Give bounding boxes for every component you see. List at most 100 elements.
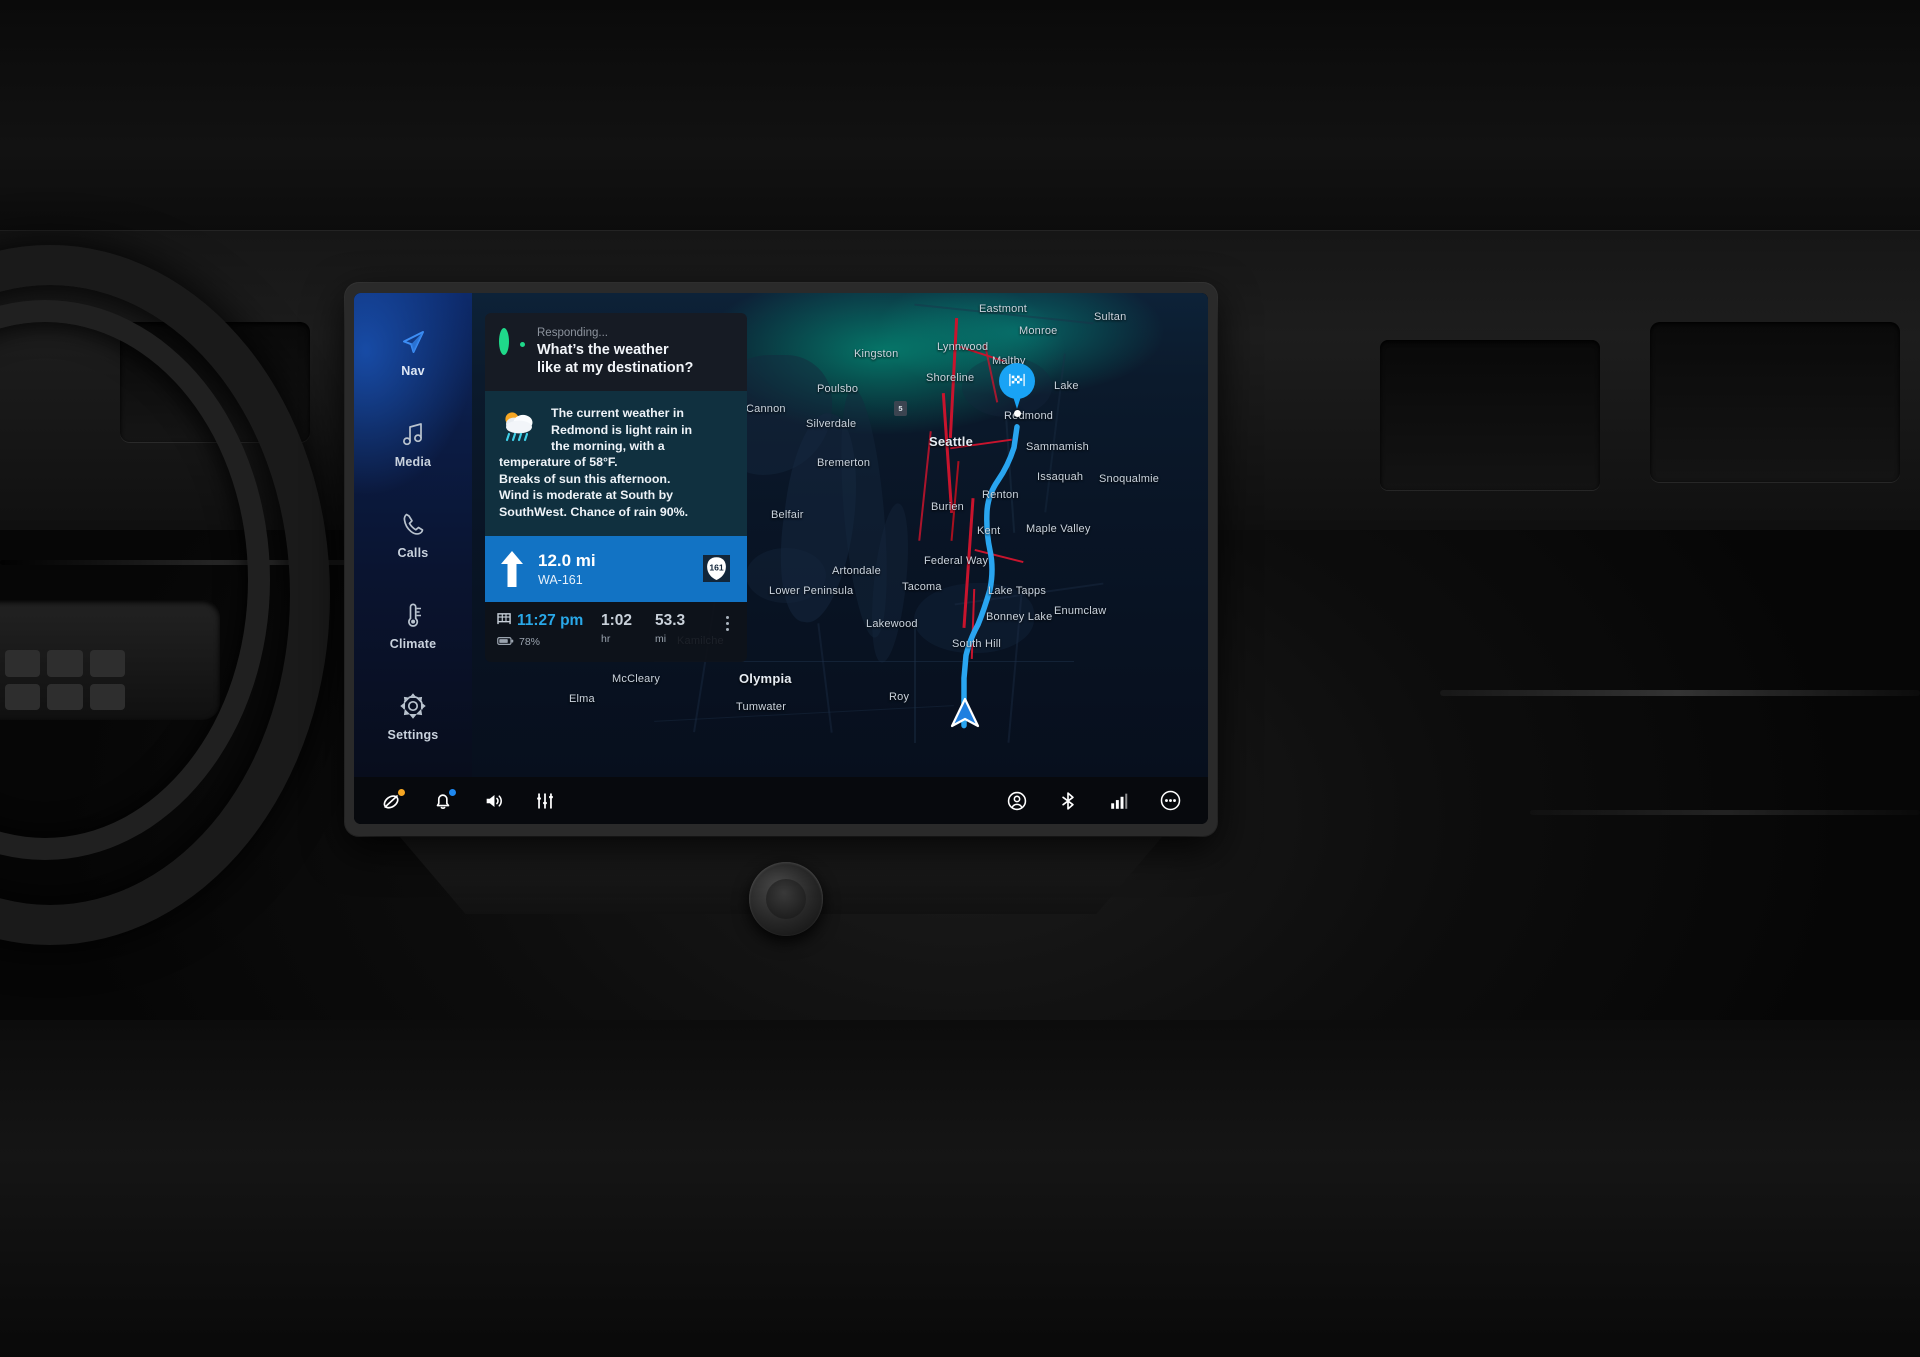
- map-place-label: Renton: [982, 489, 1019, 501]
- sidebar-item-media[interactable]: Media: [354, 418, 472, 469]
- map-place-label: Tacoma: [902, 581, 942, 593]
- map-place-label: Poulsbo: [817, 383, 859, 395]
- dnd-badge: [397, 787, 406, 797]
- eta-battery-level: 78%: [519, 635, 541, 648]
- sidebar-item-calls[interactable]: Calls: [354, 509, 472, 560]
- phone-icon: [398, 509, 428, 539]
- weather-line-5: Breaks of sun this afternoon.: [499, 471, 671, 486]
- turn-instruction-card[interactable]: 12.0 mi WA-161 161: [485, 535, 747, 602]
- main-navigation-sidebar: Nav Media Calls Climate Settings: [354, 293, 472, 777]
- notification-badge: [448, 787, 457, 797]
- kebab-menu-icon[interactable]: [719, 612, 735, 631]
- map-place-label: Maple Valley: [1026, 523, 1091, 535]
- sun-behind-rain-cloud-icon: [499, 407, 541, 447]
- eta-distance-unit: mi: [655, 632, 667, 645]
- weather-line-7: SouthWest. Chance of rain 90%.: [499, 504, 689, 519]
- washington-state-route-shield: 161: [700, 553, 733, 584]
- navigation-map[interactable]: 5 Eastmont Sultan Monroe Kingston Lynnwood Ma…: [354, 293, 1208, 777]
- control-knob[interactable]: [749, 862, 823, 936]
- weather-line-2: Redmond is light rain in: [551, 422, 693, 437]
- eta-arrival-column: 11:27 pm 78%: [497, 612, 601, 651]
- assistant-text: Responding... What’s the weather like at…: [537, 327, 693, 377]
- map-place-label: Lynnwood: [937, 341, 989, 353]
- map-place-label: Redmond: [1004, 410, 1054, 422]
- shield-number: 161: [709, 563, 724, 573]
- turn-road-name: WA-161: [538, 572, 583, 587]
- destination-flag-icon: [497, 612, 512, 630]
- map-place-label: Issaquah: [1037, 471, 1084, 483]
- eta-arrival-time: 11:27 pm: [517, 612, 584, 630]
- navigation-arrow-icon: [398, 327, 428, 357]
- map-place-label: Lakewood: [866, 618, 918, 630]
- eta-distance-value: 53.3: [655, 611, 686, 629]
- map-place-label: Roy: [889, 691, 910, 703]
- status-bar-right-group: [1005, 789, 1182, 813]
- map-place-label: Olympia: [739, 671, 792, 686]
- sidebar-item-label: Calls: [397, 546, 429, 560]
- map-place-label: Seattle: [929, 434, 974, 449]
- eta-summary-bar[interactable]: 11:27 pm 78% 1:02 hr 53.3 mi: [485, 601, 747, 662]
- map-place-label: Snoqualmie: [1099, 473, 1160, 485]
- turn-distance: 12.0 mi: [538, 551, 596, 571]
- dashboard-trim-right-lower: [1530, 810, 1920, 815]
- signal-bars-icon[interactable]: [1107, 789, 1131, 813]
- sidebar-item-climate[interactable]: Climate: [354, 600, 472, 651]
- assistant-query-line-2: like at my destination?: [537, 360, 694, 377]
- air-vent-right-inner: [1380, 340, 1600, 490]
- sidebar-item-settings[interactable]: Settings: [354, 691, 472, 742]
- map-place-label: Enumclaw: [1054, 605, 1107, 617]
- speaker-volume-icon[interactable]: [482, 789, 506, 813]
- map-place-label: Artondale: [832, 565, 881, 577]
- map-place-label: McCleary: [612, 673, 661, 685]
- eta-arrival-row: 11:27 pm: [497, 612, 601, 630]
- dashboard-upper: [0, 0, 1920, 250]
- eta-battery-row: 78%: [497, 633, 601, 651]
- equalizer-sliders-icon[interactable]: [533, 789, 557, 813]
- more-options-icon[interactable]: [1158, 789, 1182, 813]
- eta-distance-column: 53.3 mi: [655, 612, 713, 645]
- map-place-label: Monroe: [1019, 325, 1058, 337]
- map-place-label: Lake Tapps: [988, 585, 1047, 597]
- eta-duration-value: 1:02: [601, 611, 633, 629]
- display-bezel: 5 Eastmont Sultan Monroe Kingston Lynnwood Ma…: [354, 293, 1208, 824]
- vehicle-heading-arrow: [950, 697, 980, 729]
- sidebar-item-label: Climate: [389, 637, 437, 651]
- map-place-label: Bonney Lake: [986, 611, 1053, 623]
- assistant-card-stack: Responding... What’s the weather like at…: [485, 313, 747, 662]
- weather-response-card: The current weather in Redmond is light …: [485, 391, 747, 536]
- sidebar-item-nav[interactable]: Nav: [354, 327, 472, 378]
- checkered-flag-icon: [1008, 373, 1026, 387]
- bluetooth-icon[interactable]: [1056, 789, 1080, 813]
- map-place-label: Bremerton: [817, 457, 871, 469]
- assistant-status: Responding...: [537, 327, 608, 339]
- assistant-ring-icon: [499, 328, 525, 355]
- status-bar-left-group: [380, 787, 557, 813]
- map-place-label: Shoreline: [926, 372, 975, 384]
- weather-top-row: The current weather in Redmond is light …: [499, 405, 733, 454]
- map-place-label: South Hill: [952, 638, 1002, 650]
- destination-pin[interactable]: [999, 363, 1035, 409]
- bell-icon[interactable]: [431, 787, 457, 813]
- weather-line-6: Wind is moderate at South by: [499, 488, 674, 503]
- car-interior-scene: 5 Eastmont Sultan Monroe Kingston Lynnwood Ma…: [0, 0, 1920, 1357]
- do-not-disturb-icon[interactable]: [380, 787, 406, 813]
- infotainment-ui: 5 Eastmont Sultan Monroe Kingston Lynnwood Ma…: [354, 293, 1208, 824]
- system-status-bar: [354, 777, 1208, 824]
- route-start-dot: [1014, 410, 1021, 417]
- map-place-label: Tumwater: [736, 701, 787, 713]
- map-place-label: Federal Way: [924, 555, 989, 567]
- straight-arrow-icon: [499, 549, 525, 589]
- map-place-label: Cannon: [746, 403, 786, 415]
- weather-line-1: The current weather in: [551, 406, 684, 421]
- air-vent-right: [1650, 322, 1900, 482]
- map-place-label: Elma: [569, 693, 595, 705]
- turn-details: 12.0 mi WA-161: [538, 551, 687, 587]
- steering-wheel-buttons: [5, 650, 125, 710]
- thermometer-icon: [398, 600, 428, 630]
- sidebar-item-label: Settings: [387, 728, 439, 742]
- map-place-label: Sammamish: [1026, 441, 1089, 453]
- map-place-label: Belfair: [771, 509, 804, 521]
- user-profile-icon[interactable]: [1005, 789, 1029, 813]
- eta-duration-unit: hr: [601, 632, 611, 645]
- weather-text-secondary: temperature of 58°F. Breaks of sun this …: [499, 454, 733, 520]
